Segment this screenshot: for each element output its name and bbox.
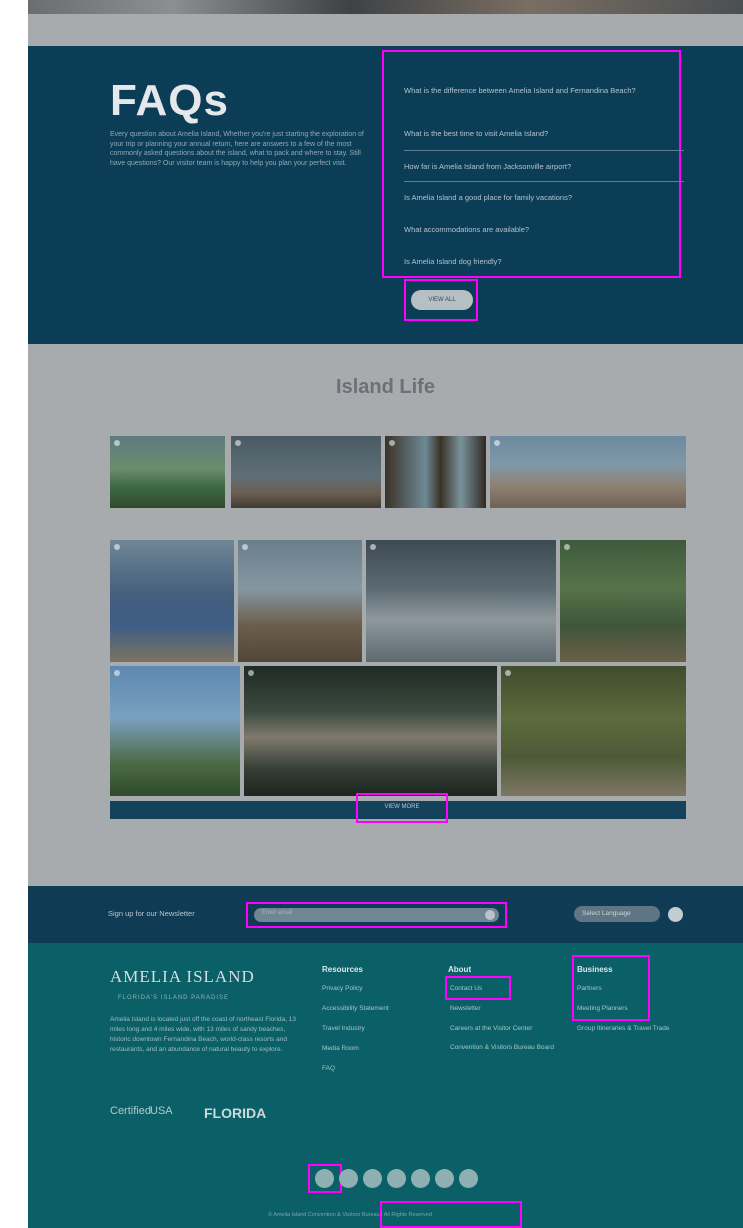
newsletter-placeholder: Enter email xyxy=(262,910,293,916)
faq-divider xyxy=(404,150,684,151)
faq-title: FAQs xyxy=(110,76,229,125)
tripadvisor-icon[interactable] xyxy=(435,1169,454,1188)
gallery-photo-family[interactable] xyxy=(110,540,234,662)
tiktok-icon[interactable] xyxy=(459,1169,478,1188)
gallery-photo-alligator[interactable] xyxy=(244,666,497,796)
footer-link-partners[interactable]: Partners xyxy=(577,985,602,992)
faq-question-6[interactable]: Is Amelia Island dog friendly? xyxy=(404,257,674,267)
gallery-photo-angler[interactable] xyxy=(238,540,362,662)
gallery-photo-lighthouse[interactable] xyxy=(110,666,240,796)
faq-question-list: What is the difference between Amelia Is… xyxy=(382,50,684,278)
hero-image-strip xyxy=(28,0,743,14)
partner-logo-1: Certified xyxy=(110,1105,151,1117)
expand-icon xyxy=(235,440,241,446)
island-life-view-more-button[interactable]: VIEW MORE xyxy=(356,793,448,823)
faq-view-all-label: VIEW ALL xyxy=(411,290,473,310)
copyright-text: © Amelia Island Convention & Visitors Bu… xyxy=(268,1212,433,1218)
faq-divider xyxy=(404,181,684,182)
gallery-photo-beach-kids[interactable] xyxy=(490,436,686,508)
expand-icon xyxy=(114,544,120,550)
footer-tagline: FLORIDA'S ISLAND PARADISE xyxy=(118,995,230,1001)
instagram-icon[interactable] xyxy=(363,1169,382,1188)
facebook-icon[interactable] xyxy=(315,1169,334,1188)
florida-logo: FLORIDA xyxy=(204,1105,267,1121)
youtube-icon[interactable] xyxy=(387,1169,406,1188)
footer-link[interactable]: Privacy Policy xyxy=(322,985,362,992)
expand-icon xyxy=(564,544,570,550)
twitter-icon[interactable] xyxy=(339,1169,358,1188)
footer-link-meeting-planners[interactable]: Meeting Planners xyxy=(577,1005,628,1012)
gallery-photo-pier[interactable] xyxy=(385,436,486,508)
faq-question-4[interactable]: Is Amelia Island a good place for family… xyxy=(404,193,674,203)
footer-about-text: Amelia Island is located just off the co… xyxy=(110,1016,296,1053)
faq-intro: Every question about Amelia Island, Whet… xyxy=(110,131,364,167)
gallery-photo-marsh[interactable] xyxy=(110,436,225,508)
expand-icon xyxy=(114,670,120,676)
gallery-photo-surfer[interactable] xyxy=(366,540,556,662)
submit-arrow-icon[interactable] xyxy=(485,910,495,920)
expand-icon xyxy=(242,544,248,550)
footer-link[interactable]: Careers at the Visitor Center xyxy=(450,1025,532,1032)
footer-col-resources-heading: Resources xyxy=(322,965,363,974)
newsletter-signup-form: Enter email xyxy=(246,902,507,928)
faq-question-2[interactable]: What is the best time to visit Amelia Is… xyxy=(404,129,674,139)
view-more-label: VIEW MORE xyxy=(384,804,420,810)
expand-icon xyxy=(248,670,254,676)
gallery-photo-trail-kids[interactable] xyxy=(560,540,686,662)
language-select[interactable]: Select Language xyxy=(574,906,660,922)
expand-icon xyxy=(505,670,511,676)
partner-logo-2: USA xyxy=(150,1105,173,1117)
newsletter-email-input[interactable]: Enter email xyxy=(254,908,499,922)
page: FAQs Every question about Amelia Island,… xyxy=(28,0,743,1228)
faq-view-all-button[interactable]: VIEW ALL xyxy=(404,279,478,321)
footer-link[interactable]: Media Room xyxy=(322,1045,359,1052)
faq-section: FAQs Every question about Amelia Island,… xyxy=(28,46,743,344)
newsletter-bar: Sign up for our Newsletter Enter email S… xyxy=(28,886,743,943)
newsletter-label: Sign up for our Newsletter xyxy=(108,909,195,918)
footer-logo[interactable]: AMELIA ISLAND xyxy=(110,967,255,987)
expand-icon xyxy=(114,440,120,446)
faq-question-5[interactable]: What accommodations are available? xyxy=(404,225,674,235)
translate-icon[interactable] xyxy=(668,907,683,922)
footer-col-about-heading: About xyxy=(448,965,472,974)
island-life-title: Island Life xyxy=(336,376,435,398)
footer-col-business-heading: Business xyxy=(577,965,613,974)
footer-link[interactable]: Group Itineraries & Travel Trade xyxy=(577,1025,670,1032)
footer-link-contact-us[interactable]: Contact Us xyxy=(450,985,482,992)
footer-link[interactable]: Accessibility Statement xyxy=(322,1005,389,1012)
footer-link[interactable]: Convention & Visitors Bureau Board xyxy=(450,1043,560,1052)
expand-icon xyxy=(370,544,376,550)
footer-link[interactable]: Newsletter xyxy=(450,1005,481,1012)
expand-icon xyxy=(494,440,500,446)
gallery-photo-forest-road[interactable] xyxy=(501,666,686,796)
expand-icon xyxy=(389,440,395,446)
footer-link[interactable]: FAQ xyxy=(322,1065,335,1072)
faq-question-1[interactable]: What is the difference between Amelia Is… xyxy=(404,86,674,96)
site-footer: AMELIA ISLAND FLORIDA'S ISLAND PARADISE … xyxy=(28,943,743,1228)
gallery-photo-fishing[interactable] xyxy=(231,436,381,508)
pinterest-icon[interactable] xyxy=(411,1169,430,1188)
footer-link[interactable]: Travel Industry xyxy=(322,1025,365,1032)
faq-question-3[interactable]: How far is Amelia Island from Jacksonvil… xyxy=(404,162,674,172)
